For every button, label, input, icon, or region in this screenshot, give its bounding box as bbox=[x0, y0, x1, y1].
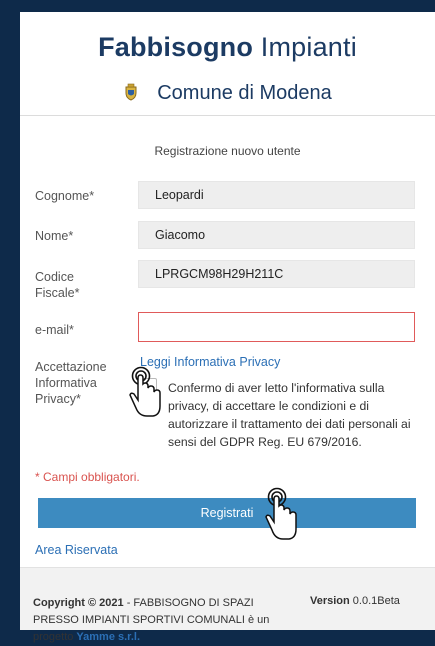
app-title-bold: Fabbisogno bbox=[98, 32, 254, 62]
cognome-label: Cognome* bbox=[35, 189, 95, 203]
required-fields-note: * Campi obbligatori. bbox=[35, 470, 140, 484]
footer-copyright: Copyright © 2021 - FABBISOGNO DI SPAZI P… bbox=[33, 595, 283, 646]
footer: Copyright © 2021 - FABBISOGNO DI SPAZI P… bbox=[20, 567, 435, 643]
codice-fiscale-label-line1: Codice bbox=[35, 270, 74, 284]
codice-fiscale-label-line2: Fiscale* bbox=[35, 286, 80, 300]
reserved-area-link[interactable]: Area Riservata bbox=[35, 543, 118, 557]
nome-label: Nome* bbox=[35, 229, 74, 243]
email-label: e-mail* bbox=[35, 323, 74, 337]
privacy-label-line1: Accettazione bbox=[35, 360, 107, 374]
version-label: Version bbox=[310, 595, 350, 607]
municipality-label: Comune di Modena bbox=[157, 82, 332, 104]
cognome-input[interactable]: Leopardi bbox=[138, 181, 415, 209]
brand-link[interactable]: Yamme s.r.l. bbox=[76, 631, 140, 643]
header: Fabbisogno Impianti Comune di Modena bbox=[20, 12, 435, 114]
pointer-hand-icon bbox=[129, 366, 161, 417]
form-title: Registrazione nuovo utente bbox=[154, 144, 301, 158]
register-button[interactable]: Registrati bbox=[38, 498, 416, 528]
email-input[interactable] bbox=[138, 312, 415, 342]
coat-of-arms-icon bbox=[123, 83, 139, 101]
app-title-light: Impianti bbox=[260, 32, 357, 62]
privacy-label-line2: Informativa bbox=[35, 376, 97, 390]
nome-input[interactable]: Giacomo bbox=[138, 221, 415, 249]
privacy-label: Accettazione Informativa Privacy* bbox=[35, 359, 107, 407]
version-value: 0.0.1Beta bbox=[349, 595, 400, 607]
header-divider bbox=[20, 115, 435, 116]
registration-panel: Fabbisogno Impianti Comune di Modena Reg… bbox=[20, 12, 435, 643]
municipality-name: Comune di Modena bbox=[20, 82, 435, 105]
codice-fiscale-label: Codice Fiscale* bbox=[35, 269, 79, 301]
pointer-hand-icon bbox=[265, 487, 297, 540]
privacy-consent-text: Confermo di aver letto l'informativa sul… bbox=[168, 381, 411, 449]
privacy-label-line3: Privacy* bbox=[35, 392, 81, 406]
footer-version: Version 0.0.1Beta bbox=[310, 595, 400, 607]
app-title: Fabbisogno Impianti bbox=[20, 32, 435, 63]
codice-fiscale-input[interactable]: LPRGCM98H29H211C bbox=[138, 260, 415, 288]
copyright-label: Copyright © 2021 bbox=[33, 597, 124, 609]
